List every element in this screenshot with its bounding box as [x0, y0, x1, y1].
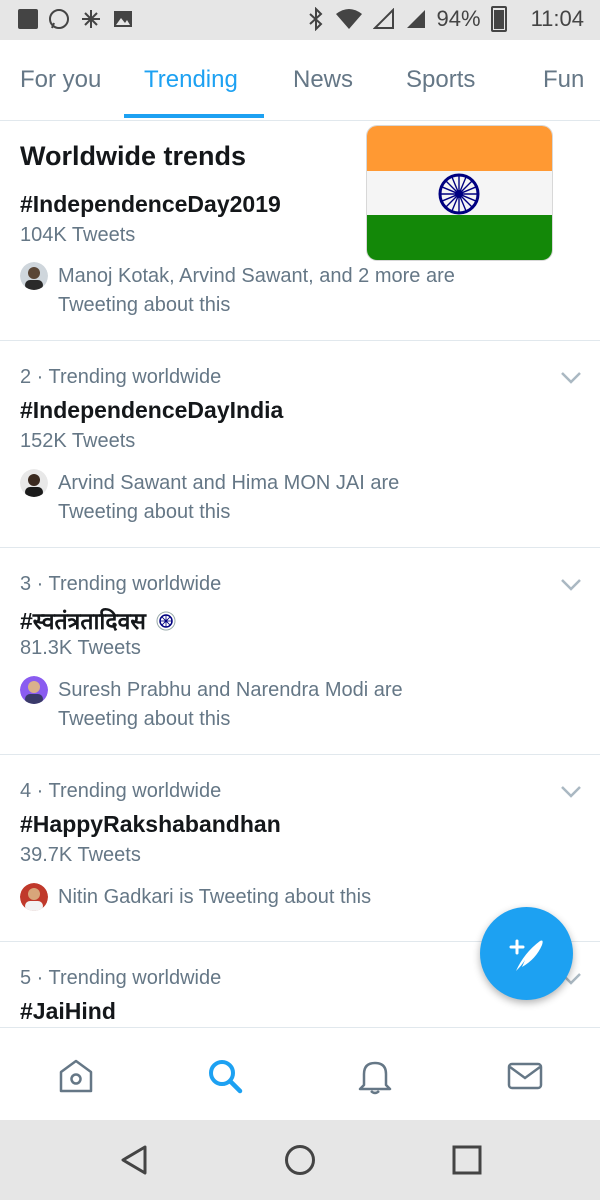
trend-hashtag: #IndependenceDay2019 — [20, 191, 281, 217]
trend-tweet-count: 39.7K Tweets — [20, 844, 141, 866]
home-circle-icon[interactable] — [283, 1143, 317, 1177]
trend-item-3[interactable]: 3 · Trending worldwide #स्वतंत्रतादिवस 8… — [0, 548, 600, 755]
bottom-navigation — [0, 1027, 600, 1121]
tab-sports[interactable]: Sports — [406, 66, 475, 94]
back-icon[interactable] — [117, 1143, 151, 1177]
chevron-down-icon[interactable] — [560, 578, 582, 592]
battery-icon — [490, 6, 507, 32]
trend-context-line2: Tweeting about this — [58, 294, 231, 316]
trends-list[interactable]: #IndependenceDay2019 104K Tweets Manoj K… — [0, 121, 600, 1027]
trend-item-2[interactable]: 2 · Trending worldwide #IndependenceDayI… — [0, 341, 600, 548]
wifi-icon — [335, 9, 362, 29]
trend-rank: 4 · Trending worldwide — [20, 780, 222, 802]
system-navigation-bar — [0, 1120, 600, 1200]
trend-tweet-count: 104K Tweets — [20, 224, 136, 246]
trend-hashtag-text: #स्वतंत्रतादिवस — [20, 608, 146, 634]
notifications-bell-icon[interactable] — [355, 1056, 395, 1096]
pinwheel-icon — [82, 10, 100, 28]
trend-context-line2: Tweeting about this — [58, 708, 231, 730]
tab-for-you[interactable]: For you — [20, 66, 101, 94]
trend-context: Suresh Prabhu and Narendra Modi are Twee… — [20, 676, 403, 734]
tab-fun[interactable]: Fun — [543, 66, 584, 94]
battery-percent: 94% — [436, 6, 481, 31]
trend-context: Manoj Kotak, Arvind Sawant, and 2 more a… — [20, 262, 455, 320]
trend-tweet-count: 152K Tweets — [20, 430, 136, 452]
trend-hashtag: #HappyRakshabandhan — [20, 811, 281, 837]
trend-context-line1: Arvind Sawant and Hima MON JAI are — [58, 472, 400, 494]
compose-tweet-button[interactable] — [480, 907, 573, 1000]
trend-context: Nitin Gadkari is Tweeting about this — [20, 883, 371, 912]
signal-icon-2 — [406, 10, 425, 28]
signal-icon — [372, 8, 394, 29]
india-flag-image — [367, 126, 552, 260]
trend-rank: 5 · Trending worldwide — [20, 967, 222, 989]
search-icon[interactable] — [205, 1056, 245, 1096]
trend-rank: 2 · Trending worldwide — [20, 366, 222, 388]
whatsapp-icon — [49, 9, 69, 29]
notification-icons — [18, 8, 134, 30]
trend-rank: 3 · Trending worldwide — [20, 573, 222, 595]
trend-context: Arvind Sawant and Hima MON JAI are Tweet… — [20, 469, 399, 527]
app-notification-icon — [18, 9, 38, 29]
chevron-down-icon[interactable] — [560, 785, 582, 799]
system-indicators: 94% 11:04 — [307, 6, 584, 32]
page-title: Worldwide trends — [20, 141, 247, 171]
trend-context-line1: Suresh Prabhu and Narendra Modi are — [58, 679, 403, 701]
trend-hashtag: #IndependenceDayIndia — [20, 397, 284, 423]
status-bar: 94% 11:04 — [0, 0, 600, 40]
trend-hashtag: #JaiHind — [20, 998, 116, 1024]
compose-feather-icon — [509, 939, 543, 971]
messages-envelope-icon[interactable] — [505, 1056, 545, 1096]
tab-trending[interactable]: Trending — [144, 66, 238, 94]
recents-icon[interactable] — [450, 1143, 484, 1177]
bluetooth-icon — [308, 7, 322, 31]
avatar — [20, 676, 48, 704]
ashoka-chakra-icon — [438, 173, 480, 215]
avatar — [20, 262, 48, 290]
trend-context-line2: Tweeting about this — [58, 501, 231, 523]
trend-context-line1: Nitin Gadkari is Tweeting about this — [58, 886, 372, 908]
explore-tabs: For you Trending News Sports Fun — [0, 40, 600, 121]
home-icon[interactable] — [56, 1056, 96, 1096]
tab-news[interactable]: News — [293, 66, 353, 94]
trend-context-line1: Manoj Kotak, Arvind Sawant, and 2 more a… — [58, 265, 455, 287]
trend-hashtag: #स्वतंत्रतादिवस — [20, 604, 176, 636]
image-icon — [114, 11, 132, 27]
chevron-down-icon[interactable] — [560, 371, 582, 385]
active-tab-indicator — [124, 114, 264, 118]
ashoka-chakra-emoji-icon — [156, 611, 176, 631]
clock: 11:04 — [530, 6, 584, 31]
avatar — [20, 469, 48, 497]
avatar — [20, 883, 48, 911]
trend-tweet-count: 81.3K Tweets — [20, 637, 141, 659]
